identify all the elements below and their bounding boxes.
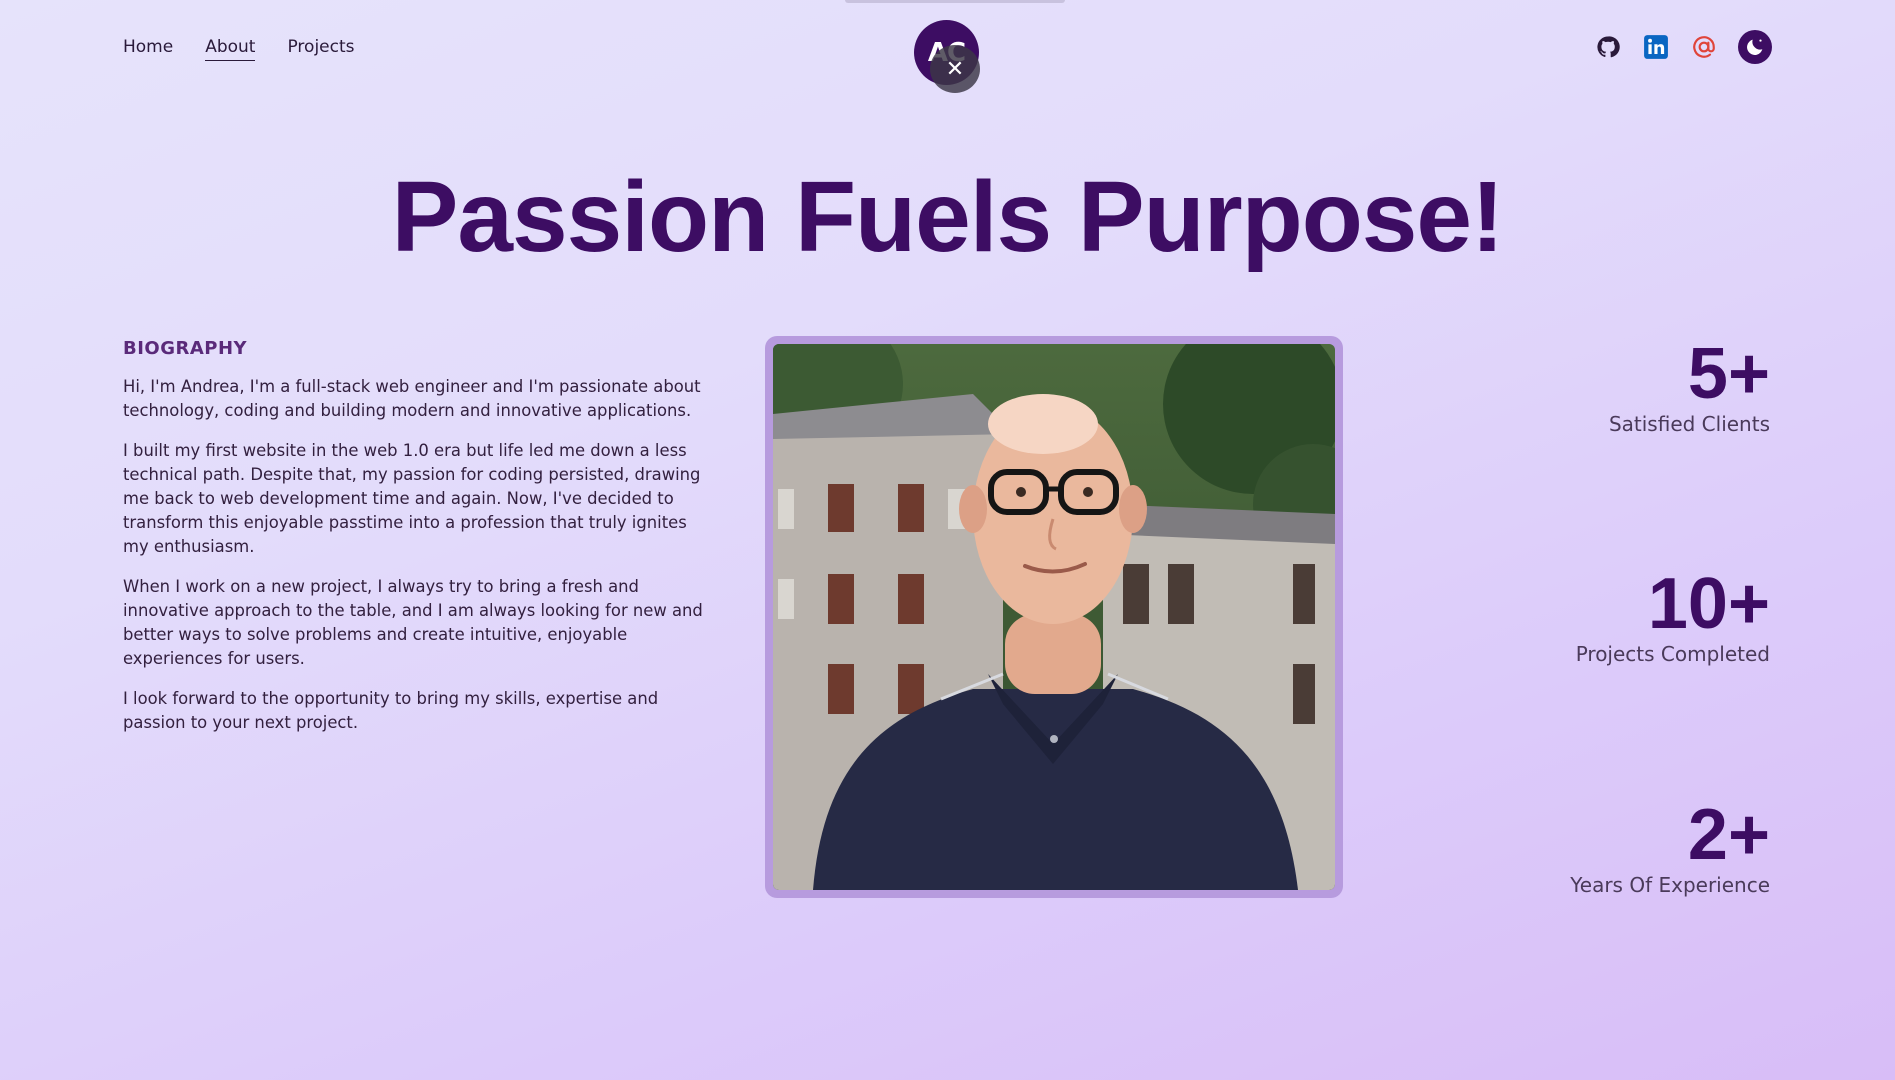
- github-icon[interactable]: [1594, 33, 1622, 61]
- stat-projects-completed: 10+ Projects Completed: [1576, 568, 1770, 666]
- profile-photo-frame: [765, 336, 1343, 898]
- moon-icon: [1747, 39, 1763, 55]
- page-headline: Passion Fuels Purpose!: [391, 161, 1505, 273]
- biography-paragraph: When I work on a new project, I always t…: [123, 577, 703, 668]
- main-nav: Home About Projects: [123, 37, 355, 61]
- header: Home About Projects AC ✕: [0, 0, 1895, 100]
- stat-satisfied-clients: 5+ Satisfied Clients: [1609, 338, 1770, 436]
- stat-label: Projects Completed: [1575, 642, 1770, 666]
- close-icon: ✕: [945, 56, 965, 82]
- nav-link-about[interactable]: About: [205, 37, 256, 61]
- stat-label: Years Of Experience: [1570, 873, 1770, 897]
- stat-value: 5+: [1687, 334, 1770, 414]
- biography-paragraph: I built my first website in the web 1.0 …: [123, 441, 701, 556]
- stat-value: 10+: [1647, 564, 1770, 644]
- stat-years-experience: 2+ Years Of Experience: [1570, 799, 1770, 897]
- biography-paragraph: I look forward to the opportunity to bri…: [123, 689, 659, 732]
- top-edge-handle: [845, 0, 1065, 3]
- nav-link-home[interactable]: Home: [123, 37, 173, 61]
- email-at-icon[interactable]: [1690, 33, 1718, 61]
- theme-toggle-button[interactable]: [1738, 30, 1772, 64]
- stat-value: 2+: [1687, 795, 1770, 875]
- profile-photo-illustration: [773, 344, 1335, 890]
- social-links: [1594, 30, 1772, 64]
- biography-paragraph: Hi, I'm Andrea, I'm a full-stack web eng…: [123, 377, 701, 420]
- biography-section: BIOGRAPHY Hi, I'm Andrea, I'm a full-sta…: [123, 338, 703, 751]
- profile-photo: [773, 344, 1335, 890]
- nav-link-projects[interactable]: Projects: [287, 37, 354, 61]
- close-button[interactable]: ✕: [930, 45, 980, 93]
- linkedin-icon[interactable]: [1642, 33, 1670, 61]
- biography-heading: BIOGRAPHY: [123, 338, 248, 359]
- stat-label: Satisfied Clients: [1608, 412, 1770, 436]
